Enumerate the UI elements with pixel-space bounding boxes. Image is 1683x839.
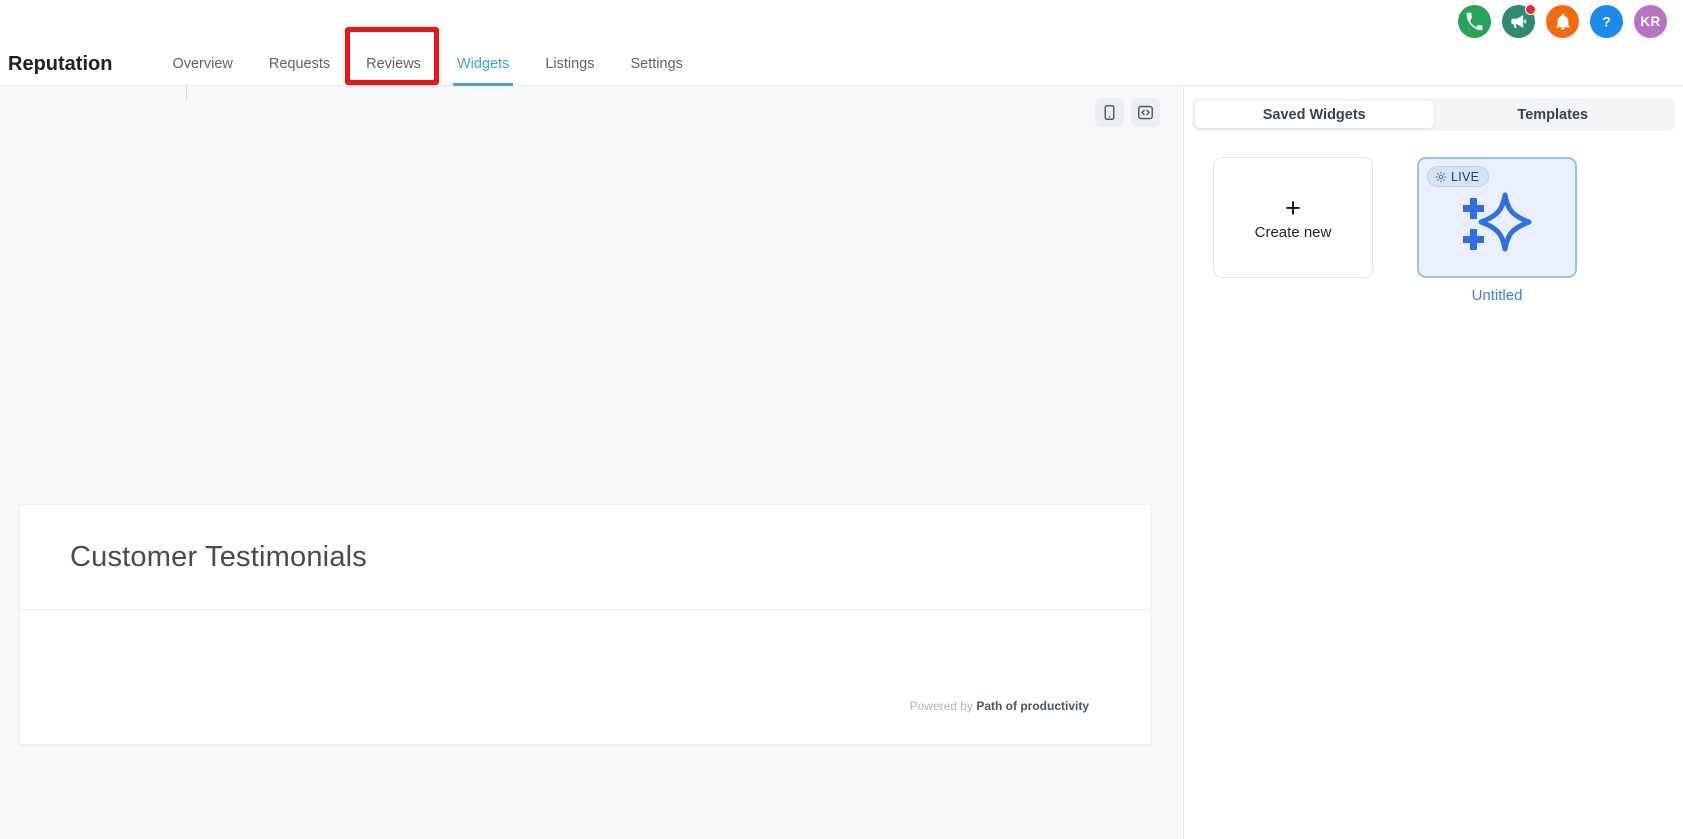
top-utility-bar: ? KR — [0, 0, 1683, 43]
tab-reviews[interactable]: Reviews — [348, 43, 439, 86]
panel-tab-group: Saved Widgets Templates — [1192, 98, 1675, 131]
nav-tabs: Overview Requests Reviews Widgets Listin… — [154, 43, 700, 86]
avatar[interactable]: KR — [1634, 5, 1667, 38]
tab-listings[interactable]: Listings — [527, 43, 612, 86]
tab-overview[interactable]: Overview — [154, 43, 250, 86]
status-badge: LIVE — [1427, 166, 1490, 187]
powered-by-label: Powered by Path of productivity — [910, 699, 1089, 713]
tab-requests[interactable]: Requests — [251, 43, 348, 86]
create-new-button[interactable]: + Create new — [1213, 157, 1373, 278]
widget-preview-header: Customer Testimonials — [20, 505, 1151, 610]
widget-preview-body: Powered by Path of productivity — [20, 610, 1151, 744]
widget-preview-stage: Customer Testimonials Powered by Path of… — [0, 86, 1182, 839]
widget-tile-grid: + Create new LIVE Untitled — [1184, 131, 1683, 304]
sun-icon — [1435, 171, 1447, 182]
bell-glyph — [1555, 13, 1570, 29]
megaphone-glyph — [1511, 15, 1527, 28]
create-new-tile: + Create new — [1213, 157, 1373, 278]
megaphone-icon[interactable] — [1502, 4, 1536, 38]
sparkle-icon — [1459, 191, 1535, 258]
create-new-label: Create new — [1254, 223, 1332, 241]
tab-templates[interactable]: Templates — [1434, 101, 1673, 128]
svg-text:?: ? — [1602, 15, 1611, 31]
powered-by-prefix: Powered by — [909, 699, 973, 713]
preview-toolbar — [1095, 98, 1160, 127]
app-nav: Reputation Overview Requests Reviews Wid… — [0, 43, 1683, 86]
template-name-label[interactable]: Untitled — [1417, 287, 1577, 304]
help-icon[interactable]: ? — [1590, 5, 1623, 38]
embed-code-icon[interactable] — [1131, 98, 1160, 127]
mobile-preview-icon[interactable] — [1095, 98, 1124, 127]
template-tile: LIVE Untitled — [1417, 157, 1577, 304]
nav-underline-divider — [186, 86, 187, 100]
question-mark-glyph: ? — [1602, 15, 1611, 31]
widget-title: Customer Testimonials — [70, 540, 367, 573]
plus-icon: + — [1285, 192, 1301, 223]
phone-glyph — [1466, 12, 1483, 31]
tab-settings[interactable]: Settings — [613, 43, 701, 86]
phone-icon[interactable] — [1458, 5, 1491, 38]
widgets-side-panel: Saved Widgets Templates + Create new LIV… — [1183, 86, 1683, 839]
sparkle-glyph — [1463, 192, 1532, 252]
tab-saved-widgets[interactable]: Saved Widgets — [1195, 101, 1434, 128]
status-badge-label: LIVE — [1451, 169, 1480, 184]
bell-icon[interactable] — [1546, 5, 1579, 38]
notification-badge-dot — [1525, 4, 1536, 15]
tab-widgets[interactable]: Widgets — [439, 43, 527, 86]
widget-preview-card: Customer Testimonials Powered by Path of… — [19, 504, 1152, 745]
template-card-untitled[interactable]: LIVE — [1417, 157, 1577, 278]
mobile-glyph — [1104, 105, 1115, 120]
powered-by-brand: Path of productivity — [976, 699, 1089, 713]
code-glyph — [1138, 105, 1153, 120]
page-title: Reputation — [8, 52, 113, 75]
